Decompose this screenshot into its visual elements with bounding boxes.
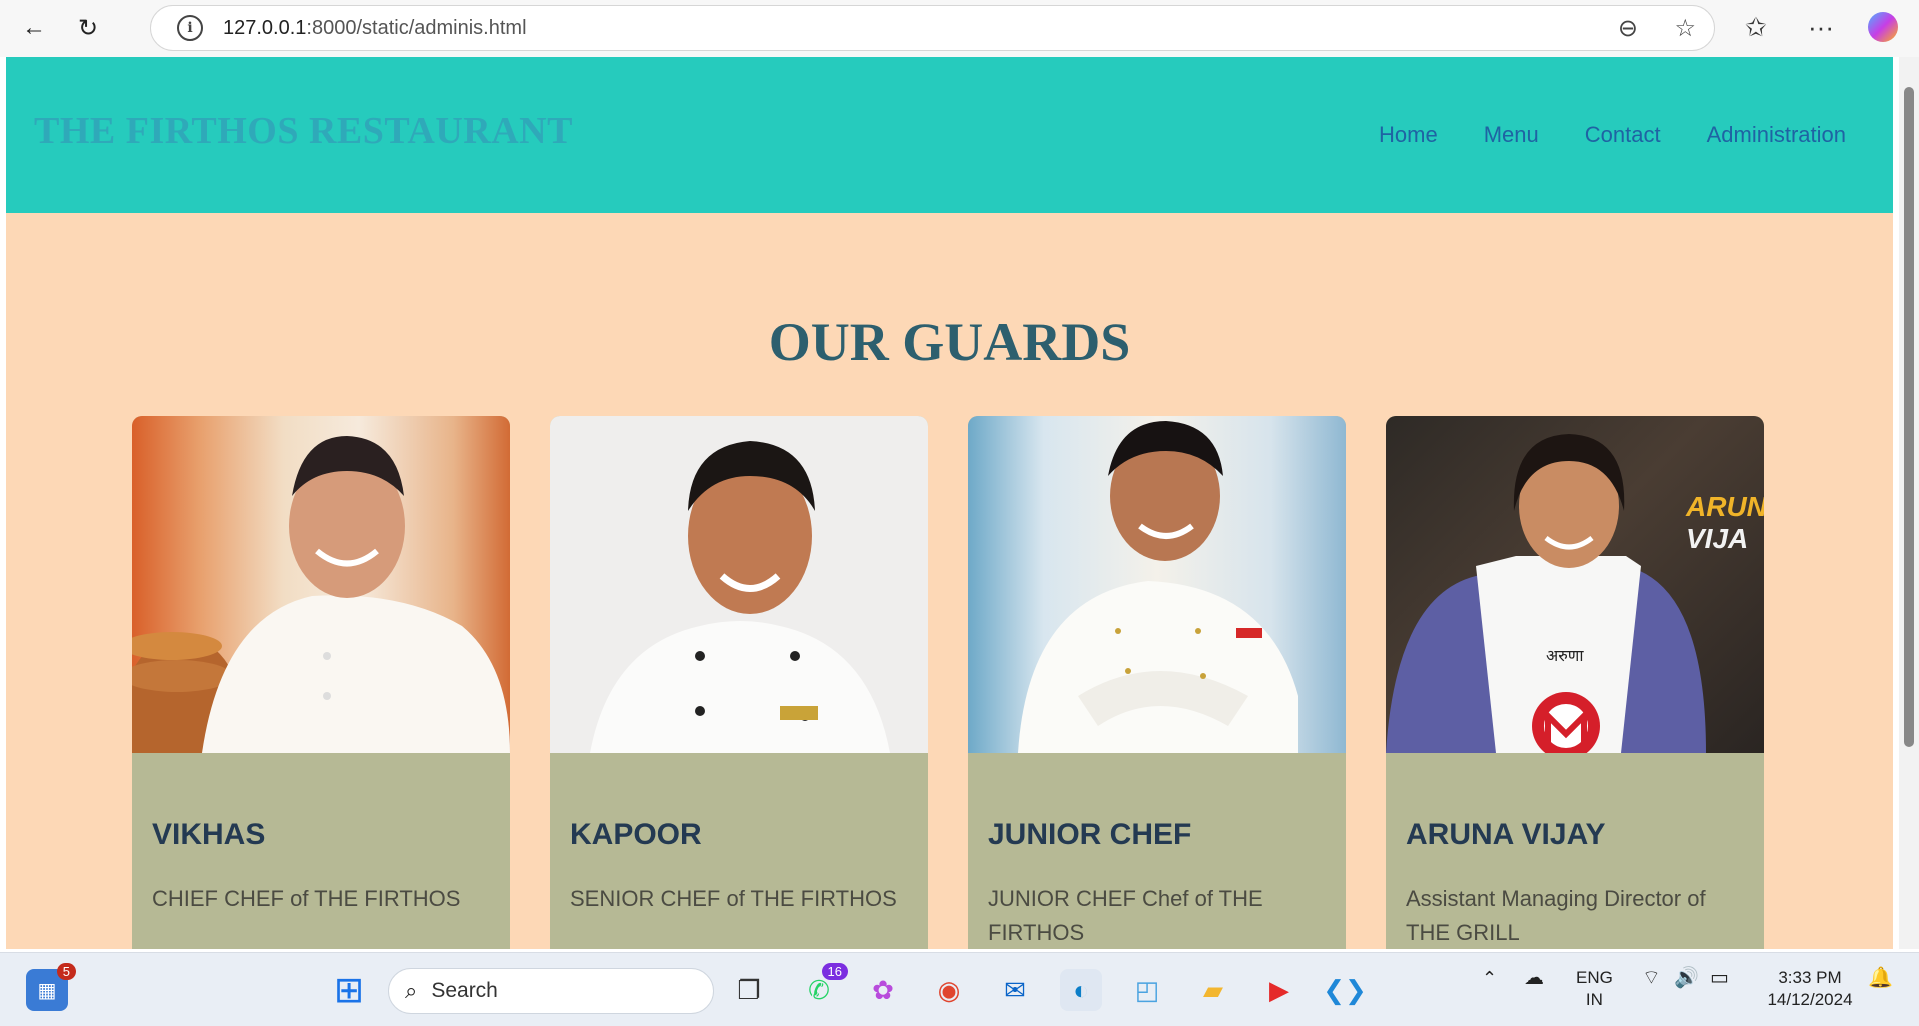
staff-name: JUNIOR CHEF [988,818,1192,851]
staff-role: CHIEF CHEF of THE FIRTHOS [152,886,461,911]
outlook-icon[interactable]: ✉ [994,969,1036,1011]
vscode-icon[interactable]: ❮❯ [1323,969,1367,1011]
chef-photo [132,416,510,753]
reload-icon[interactable]: ↻ [70,10,106,46]
nav-menu[interactable]: Menu [1484,122,1539,148]
more-menu-icon[interactable]: ··· [1808,12,1834,43]
page-viewport: THE FIRTHOS RESTAURANT Home Menu Contact… [6,57,1893,949]
site-info-icon[interactable]: i [177,15,203,41]
wifi-icon[interactable]: ⌔ [1642,967,1661,989]
staff-role: Assistant Managing Director of THE GRILL [1406,886,1706,945]
back-arrow-icon[interactable]: ← [16,10,52,46]
staff-card: JUNIOR CHEF JUNIOR CHEF Chef of THE FIRT… [968,416,1346,949]
search-icon: ⌕ [405,978,418,1003]
address-bar[interactable]: i 127.0.0.1:8000/static/adminis.html ⊖ ☆ [150,5,1715,51]
staff-role: JUNIOR CHEF Chef of THE FIRTHOS [988,886,1263,945]
scrollbar-thumb[interactable] [1904,87,1914,747]
url-text[interactable]: 127.0.0.1:8000/static/adminis.html [223,17,527,40]
photo-overlay-title: ARUNA [1685,491,1764,522]
zoom-out-icon[interactable]: ⊖ [1618,14,1638,43]
nav-contact[interactable]: Contact [1585,122,1661,148]
nav-administration[interactable]: Administration [1707,122,1846,148]
edge-icon[interactable]: ◐ [1060,969,1102,1011]
taskbar-search[interactable]: ⌕ Search [388,968,714,1014]
chef-photo [968,416,1346,753]
chrome-icon[interactable]: ◉ [928,969,970,1011]
section-title: OUR GUARDS [768,312,1131,372]
staff-name: VIKHAS [152,818,266,851]
whatsapp-icon[interactable]: ✆ 16 [798,963,848,1011]
tray-chevron-icon[interactable]: ⌃ [1482,967,1497,989]
app-icon[interactable]: ◰ [1126,969,1168,1011]
clock[interactable]: 3:33 PM 14/12/2024 [1760,967,1860,1011]
notification-bell-icon[interactable]: 🔔 [1868,967,1893,989]
chef-photo: ARUNA VIJA अरुणा [1386,416,1764,753]
chef-photo [550,416,928,753]
file-explorer-icon[interactable]: ▰ [1192,969,1234,1011]
photo-overlay-subtitle: VIJA [1686,523,1748,554]
brand-logo[interactable]: THE FIRTHOS RESTAURANT [34,109,573,153]
language-indicator[interactable]: ENG IN [1576,967,1613,1011]
site-header: THE FIRTHOS RESTAURANT Home Menu Contact… [6,57,1893,213]
volume-icon[interactable]: 🔊 [1674,967,1699,989]
whatsapp-badge: 16 [821,963,848,980]
nav-home[interactable]: Home [1379,122,1438,148]
copilot-icon[interactable] [1868,12,1898,42]
onedrive-icon[interactable]: ☁ [1524,967,1544,989]
battery-icon[interactable]: ▭ [1710,967,1729,989]
staff-card: ARUNA VIJA अरुणा ARUNA VIJAY Assistant M… [1386,416,1764,949]
page-scrollbar[interactable] [1899,57,1919,949]
staff-role: SENIOR CHEF of THE FIRTHOS [570,886,897,911]
staff-card: VIKHAS CHIEF CHEF of THE FIRTHOS [132,416,510,949]
youtube-icon[interactable]: ▶ [1258,969,1300,1011]
staff-name: ARUNA VIJAY [1406,818,1606,851]
windows-taskbar: ▦ 5 ⊞ ⌕ Search ❐ ✆ 16 ✿ ◉ ✉ ◐ ◰ ▰ ▶ ❮❯ ⌃ ☁… [0,952,1919,1026]
apron-text: अरुणा [1546,646,1584,665]
staff-card: KAPOOR SENIOR CHEF of THE FIRTHOS [550,416,928,949]
copilot-app-icon[interactable]: ✿ [862,969,904,1011]
widgets-badge: 5 [56,963,76,980]
favorite-star-icon[interactable]: ☆ [1674,14,1696,43]
browser-toolbar: ← ↻ i 127.0.0.1:8000/static/adminis.html… [0,0,1919,57]
main-nav: Home Menu Contact Administration [1333,122,1846,148]
widgets-icon[interactable]: ▦ 5 [26,963,76,1011]
start-windows-icon[interactable]: ⊞ [328,969,370,1011]
favorites-icon[interactable]: ✩ [1745,12,1767,43]
task-view-icon[interactable]: ❐ [728,969,770,1011]
staff-name: KAPOOR [570,818,702,851]
search-placeholder: Search [431,979,498,1002]
